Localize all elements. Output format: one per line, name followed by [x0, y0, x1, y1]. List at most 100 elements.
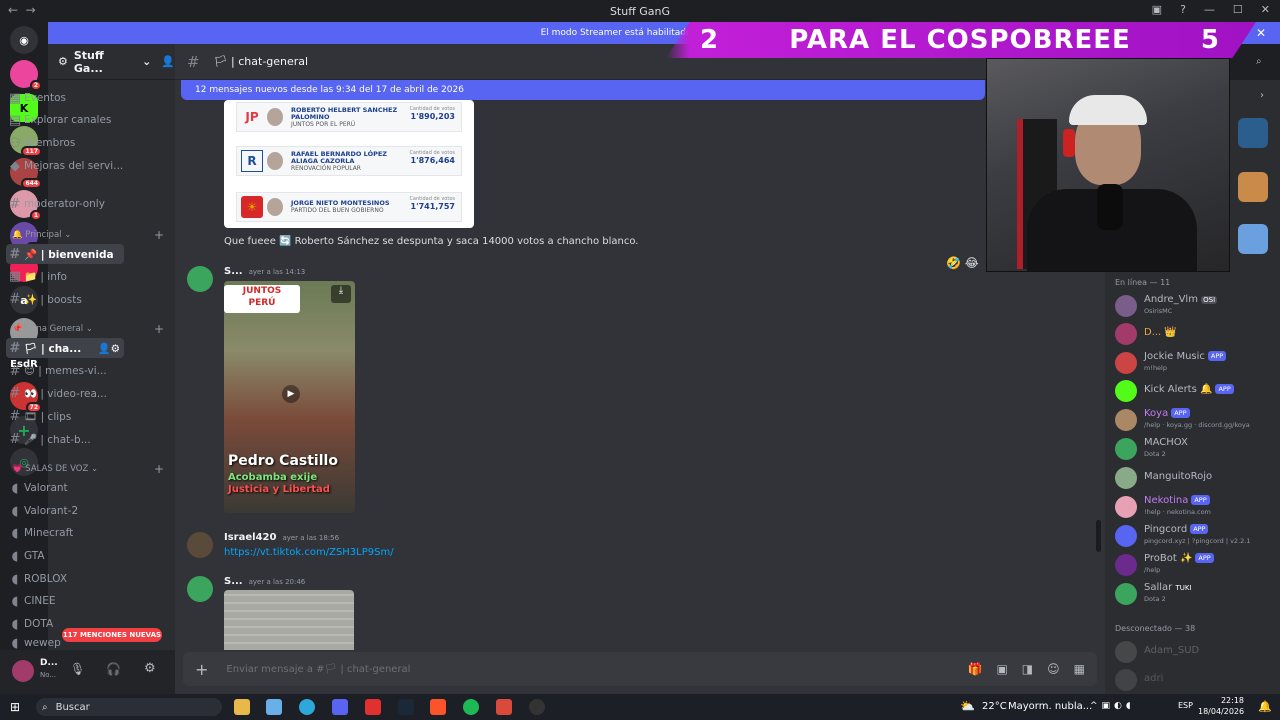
- member-item[interactable]: Nekotina APP !help · nekotina.com: [1113, 493, 1278, 521]
- video-attachment[interactable]: JUNTOS PERÚ ⤓ ▶ Pedro Castillo Acobamba e…: [224, 281, 355, 513]
- steam-icon[interactable]: [398, 699, 414, 715]
- app-shortcut-icon[interactable]: [1238, 118, 1268, 148]
- app-shortcut-icon[interactable]: [1238, 172, 1268, 202]
- voice-channel[interactable]: ◖ Valorant-2: [6, 501, 124, 521]
- apps-icon[interactable]: ▦: [1074, 662, 1085, 676]
- message-author[interactable]: Israel420 ayer a las 18:56: [224, 532, 339, 543]
- channel-bienvenida[interactable]: # 📌 | bienvenida: [6, 244, 124, 264]
- avatar: [1115, 554, 1137, 576]
- download-icon[interactable]: ⤓: [331, 285, 351, 303]
- reactions[interactable]: 🤣 😂: [946, 256, 979, 270]
- channel-boosts[interactable]: # ✨ | boosts: [6, 289, 124, 309]
- new-mentions-badge[interactable]: 117 MENCIONES NUEVAS: [62, 628, 162, 642]
- avatar[interactable]: [187, 576, 213, 602]
- scrollbar[interactable]: [1096, 520, 1101, 552]
- nav-arrows-icon[interactable]: ← →: [8, 3, 36, 17]
- emoji-icon[interactable]: ☺: [1047, 662, 1060, 676]
- gear-icon[interactable]: 👤⚙: [98, 342, 121, 355]
- add-attachment-icon[interactable]: +: [195, 660, 208, 679]
- weather-desc[interactable]: Mayorm. nubla...: [1008, 701, 1092, 712]
- category-principal[interactable]: 🔔 Principal ⌄: [12, 230, 71, 240]
- voice-channel[interactable]: ◖ Valorant: [6, 478, 124, 498]
- inbox-icon[interactable]: ▣: [1152, 3, 1162, 16]
- member-item[interactable]: Koya APP/help · koya.gg · discord.gg/koya: [1113, 406, 1278, 434]
- member-item[interactable]: ManguitoRojo: [1113, 464, 1278, 492]
- minimize-button[interactable]: —: [1204, 3, 1215, 16]
- channel-video-reacciones[interactable]: # 👀 | video-rea...: [6, 383, 124, 403]
- avatar[interactable]: [12, 660, 34, 682]
- channel-memes[interactable]: # 😊 | memes-vi...: [6, 361, 124, 381]
- member-item[interactable]: Adam_SUD: [1113, 638, 1278, 666]
- brave-icon[interactable]: [430, 699, 446, 715]
- maximize-button[interactable]: ☐: [1233, 3, 1243, 16]
- discord-home-icon[interactable]: ◉: [10, 26, 38, 54]
- search-icon[interactable]: ⌕: [1256, 56, 1262, 67]
- tray-icons[interactable]: ^▣◐◖: [1090, 701, 1135, 711]
- play-icon[interactable]: ▶: [282, 385, 300, 403]
- voice-channel[interactable]: ◖ Minecraft: [6, 523, 124, 543]
- close-banner-icon[interactable]: ✕: [1256, 26, 1266, 40]
- clock-time[interactable]: 22:18: [1212, 696, 1244, 705]
- taskbar-search[interactable]: ⌕ Buscar: [36, 698, 222, 716]
- channel-chat-bot[interactable]: # 🎤 | chat-b...: [6, 429, 124, 449]
- weather-temp[interactable]: 22°C: [982, 701, 1007, 712]
- server-icon[interactable]: 2: [10, 60, 42, 91]
- message-author[interactable]: S... ayer a las 20:46: [224, 576, 305, 587]
- image-attachment[interactable]: [224, 590, 354, 650]
- nav-events[interactable]: ▦ Eventos: [6, 88, 124, 108]
- app-icon[interactable]: [496, 699, 512, 715]
- member-item[interactable]: Pingcord APP pingcord.xyz | ?pingcord | v2…: [1113, 522, 1278, 550]
- channel-chat-general[interactable]: # 🏳 | cha... 👤⚙: [6, 338, 124, 358]
- sticker-icon[interactable]: ◨: [1022, 662, 1033, 676]
- member-item[interactable]: MACHOX Dota 2: [1113, 435, 1278, 463]
- message-input[interactable]: Enviar mensaje a #🏳 | chat-general: [226, 664, 410, 675]
- file-explorer-icon[interactable]: [234, 699, 250, 715]
- member-item[interactable]: adri: [1113, 666, 1278, 694]
- discord-icon[interactable]: [332, 699, 348, 715]
- category-zona-general[interactable]: 📌 Zona General ⌄: [12, 324, 93, 334]
- category-salas-de-voz[interactable]: 💗 SALAS DE VOZ ⌄: [12, 464, 98, 474]
- member-item[interactable]: D... 👑: [1113, 320, 1278, 348]
- message-composer[interactable]: + Enviar mensaje a #🏳 | chat-general 🎁 ▣…: [183, 652, 1097, 686]
- channel-clips[interactable]: # 🎞 | clips: [6, 406, 124, 426]
- member-item[interactable]: ProBot ✨ APP/help: [1113, 551, 1278, 579]
- edge-icon[interactable]: [299, 699, 315, 715]
- voice-channel[interactable]: ◖ ROBLOX: [6, 569, 124, 589]
- spotify-icon[interactable]: [463, 699, 479, 715]
- gif-icon[interactable]: ▣: [996, 662, 1007, 676]
- voice-channel[interactable]: ◖ GTA: [6, 546, 124, 566]
- new-messages-bar[interactable]: 12 mensajes nuevos desde las 9:34 del 17…: [181, 80, 985, 100]
- settings-gear-icon[interactable]: ⚙: [144, 661, 156, 676]
- headphones-icon[interactable]: 🎧: [106, 662, 121, 676]
- obs-icon[interactable]: [529, 699, 545, 715]
- keyboard-language[interactable]: ESP: [1178, 701, 1193, 710]
- member-item[interactable]: Jockie Music APP m!help: [1113, 349, 1278, 377]
- close-window-button[interactable]: ✕: [1261, 3, 1270, 16]
- avatar[interactable]: [187, 266, 213, 292]
- member-item[interactable]: Andre_Vlm OSI OsirisMC: [1113, 292, 1278, 320]
- add-user-icon[interactable]: 👤: [161, 55, 175, 68]
- server-header[interactable]: ⚙ Stuff Ga... ⌄ 👤: [48, 44, 175, 80]
- avatar[interactable]: [187, 532, 213, 558]
- member-item[interactable]: Sallar TUKI Dota 2: [1113, 580, 1278, 608]
- nav-members[interactable]: ⚇ Miembros: [6, 133, 124, 153]
- app-icon[interactable]: [266, 699, 282, 715]
- voice-channel[interactable]: ◖ CINEE: [6, 591, 124, 611]
- help-icon[interactable]: ?: [1180, 3, 1186, 16]
- message-link[interactable]: https://vt.tiktok.com/ZSH3LP9Sm/: [224, 547, 394, 558]
- vote-results-image[interactable]: JP ROBERTO HELBERT SANCHEZ PALOMINO JUNTO…: [224, 100, 474, 228]
- message-author[interactable]: S... ayer a las 14:13: [224, 266, 305, 277]
- member-item[interactable]: Kick Alerts 🔔 APP: [1113, 377, 1278, 405]
- channel-info[interactable]: ▦ 📁 | info: [6, 266, 124, 286]
- app-shortcut-icon[interactable]: [1238, 224, 1268, 254]
- app-icon[interactable]: [365, 699, 381, 715]
- nav-server-boosts[interactable]: ◆ Mejoras del servi...: [6, 156, 124, 176]
- nav-browse-channels[interactable]: ▤ Explorar canales: [6, 110, 124, 130]
- windows-start-icon[interactable]: ⊞: [10, 700, 20, 714]
- microphone-icon[interactable]: 🎙: [70, 662, 85, 676]
- gift-icon[interactable]: 🎁: [968, 662, 983, 676]
- chevron-right-icon[interactable]: ›: [1260, 90, 1264, 101]
- notification-icon[interactable]: 🔔: [1258, 700, 1272, 713]
- channel-moderator-only[interactable]: # moderator-only: [6, 194, 124, 214]
- clock-date[interactable]: 18/04/2026: [1198, 707, 1244, 716]
